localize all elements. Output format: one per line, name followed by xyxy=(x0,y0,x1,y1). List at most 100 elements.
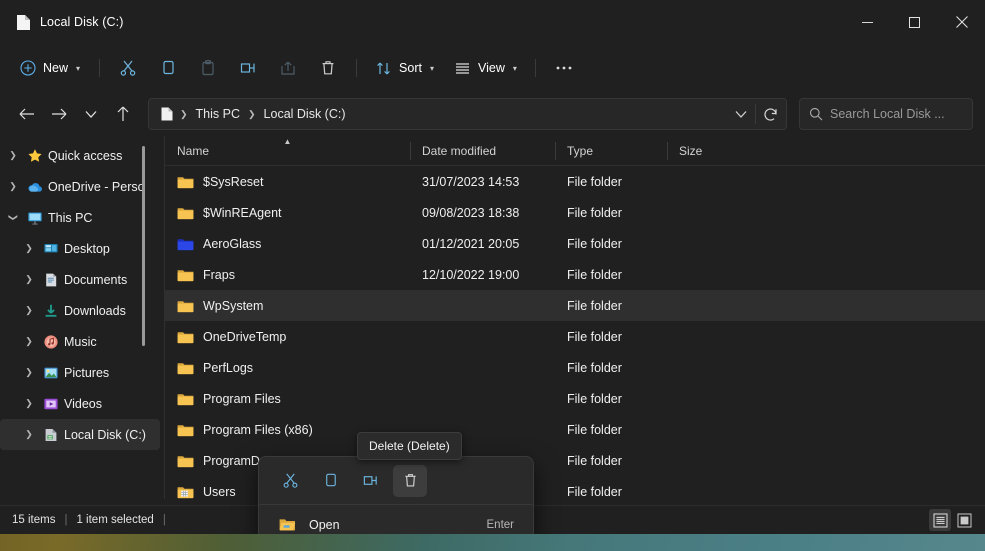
selection-count-label: 1 item selected xyxy=(76,514,154,526)
close-button[interactable] xyxy=(938,0,985,44)
address-bar[interactable]: ❯ This PC ❯ Local Disk (C:) xyxy=(148,98,787,130)
column-headers: Name ▲ Date modified Type Size xyxy=(165,136,985,166)
delete-button[interactable] xyxy=(309,52,347,84)
chevron-right-icon[interactable]: ❯ xyxy=(18,368,40,377)
minimize-button[interactable] xyxy=(844,0,891,44)
search-icon xyxy=(809,107,823,121)
chevron-right-icon[interactable]: ❯ xyxy=(2,151,24,160)
share-button[interactable] xyxy=(269,52,307,84)
rename-button[interactable] xyxy=(229,52,267,84)
sidebar-item-desktop[interactable]: ❯ Desktop xyxy=(0,233,160,264)
chevron-right-icon[interactable]: ❯ xyxy=(18,306,40,315)
previous-locations-chevron-icon[interactable] xyxy=(727,100,755,128)
breadcrumb-separator: ❯ xyxy=(180,108,188,119)
context-rename-button[interactable] xyxy=(353,465,387,497)
chevron-right-icon[interactable]: ❯ xyxy=(18,337,40,346)
sort-button[interactable]: Sort ▾ xyxy=(366,52,443,84)
up-button[interactable] xyxy=(108,99,138,129)
file-list-pane: Name ▲ Date modified Type Size $SysReset… xyxy=(165,136,985,499)
table-row[interactable]: Program Files (x86) File folder xyxy=(165,414,985,445)
sort-arrows-icon xyxy=(375,60,392,77)
details-view-button[interactable] xyxy=(929,509,951,531)
sidebar-item-videos[interactable]: ❯ Videos xyxy=(0,388,160,419)
sidebar-item-music[interactable]: ❯ Music xyxy=(0,326,160,357)
search-box[interactable]: Search Local Disk ... xyxy=(799,98,973,130)
table-row[interactable]: WpSystem File folder xyxy=(165,290,985,321)
cut-button[interactable] xyxy=(109,52,147,84)
column-header-size[interactable]: Size xyxy=(667,136,751,166)
paste-button[interactable] xyxy=(189,52,227,84)
file-type-cell: File folder xyxy=(567,174,622,189)
sidebar-scrollbar[interactable] xyxy=(142,146,145,346)
folder-icon xyxy=(177,454,194,468)
file-name-label: OneDriveTemp xyxy=(203,329,287,344)
sidebar-item-onedrive-perso[interactable]: ❯ OneDrive - Perso xyxy=(0,171,160,202)
chevron-right-icon[interactable]: ❯ xyxy=(18,399,40,408)
search-input[interactable]: Search Local Disk ... xyxy=(830,107,945,121)
sidebar-item-this-pc[interactable]: ❯ This PC xyxy=(0,202,160,233)
downloads-icon xyxy=(40,303,62,319)
forward-button[interactable] xyxy=(44,99,74,129)
sidebar-item-label: OneDrive - Perso xyxy=(48,179,145,194)
new-button-label: New xyxy=(43,61,69,75)
table-row[interactable]: $SysReset 31/07/2023 14:53 File folder xyxy=(165,166,985,197)
maximize-button[interactable] xyxy=(891,0,938,44)
context-menu-item-open[interactable]: Open Enter xyxy=(264,509,528,534)
chevron-right-icon[interactable]: ❯ xyxy=(18,244,40,253)
table-row[interactable]: Program Files File folder xyxy=(165,383,985,414)
sidebar-item-documents[interactable]: ❯ Documents xyxy=(0,264,160,295)
file-name-label: Program Files (x86) xyxy=(203,422,313,437)
back-button[interactable] xyxy=(12,99,42,129)
explorer-body: ❯ Quick access ❯ OneDrive - Perso ❯ This PC ❯ D… xyxy=(0,136,985,534)
chevron-right-icon[interactable]: ❯ xyxy=(18,275,40,284)
context-delete-button[interactable] xyxy=(393,464,427,497)
sidebar-item-local-disk-c[interactable]: ❯ Local Disk (C:) xyxy=(0,419,160,450)
file-type-cell: File folder xyxy=(567,422,622,437)
column-header-date-label: Date modified xyxy=(422,143,497,158)
file-rows: $SysReset 31/07/2023 14:53 File folder $Win… xyxy=(165,166,985,499)
column-header-name-label: Name xyxy=(177,143,210,158)
sidebar-item-downloads[interactable]: ❯ Downloads xyxy=(0,295,160,326)
chevron-down-icon[interactable]: ❯ xyxy=(9,207,19,229)
file-name-cell: OneDriveTemp xyxy=(165,330,410,344)
context-menu-item-accelerator: Enter xyxy=(486,518,515,531)
context-menu-item-label: Open xyxy=(309,517,340,532)
large-icons-view-button[interactable] xyxy=(953,509,975,531)
breadcrumb-local-disk[interactable]: Local Disk (C:) xyxy=(259,104,351,124)
column-header-name[interactable]: Name ▲ xyxy=(165,136,410,166)
file-name-label: Program Files xyxy=(203,391,281,406)
chevron-right-icon[interactable]: ❯ xyxy=(18,430,40,439)
command-bar: New ▾ Sort ▾ View ▾ xyxy=(0,44,985,92)
table-row[interactable]: Fraps 12/10/2022 19:00 File folder xyxy=(165,259,985,290)
column-header-date-modified[interactable]: Date modified xyxy=(410,136,555,166)
sidebar-item-pictures[interactable]: ❯ Pictures xyxy=(0,357,160,388)
sidebar-item-label: This PC xyxy=(48,210,93,225)
file-type-cell: File folder xyxy=(567,484,622,499)
recent-locations-button[interactable] xyxy=(76,99,106,129)
view-button[interactable]: View ▾ xyxy=(445,52,526,84)
table-row[interactable]: OneDriveTemp File folder xyxy=(165,321,985,352)
breadcrumb-this-pc[interactable]: This PC xyxy=(191,104,245,124)
context-cut-button[interactable] xyxy=(273,465,307,497)
view-button-label: View xyxy=(477,61,505,75)
window-title: Local Disk (C:) xyxy=(40,15,124,29)
sidebar-item-quick-access[interactable]: ❯ Quick access xyxy=(0,140,160,171)
disk-document-icon xyxy=(16,14,31,31)
table-row[interactable]: $WinREAgent 09/08/2023 18:38 File folder xyxy=(165,197,985,228)
sidebar-item-label: Videos xyxy=(64,396,102,411)
see-more-button[interactable] xyxy=(545,52,583,84)
title-bar: Local Disk (C:) xyxy=(0,0,985,44)
table-row[interactable]: PerfLogs File folder xyxy=(165,352,985,383)
navigation-pane: ❯ Quick access ❯ OneDrive - Perso ❯ This PC ❯ D… xyxy=(0,136,165,499)
chevron-right-icon[interactable]: ❯ xyxy=(2,182,24,191)
new-button[interactable]: New ▾ xyxy=(12,52,90,84)
column-header-type[interactable]: Type xyxy=(555,136,667,166)
address-bar-row: ❯ This PC ❯ Local Disk (C:) Search Local… xyxy=(0,92,985,136)
refresh-icon[interactable] xyxy=(756,100,784,128)
folder-users-icon xyxy=(177,485,194,499)
folder-blue-icon xyxy=(177,237,194,251)
table-row[interactable]: AeroGlass 01/12/2021 20:05 File folder xyxy=(165,228,985,259)
sort-ascending-caret-icon: ▲ xyxy=(283,136,292,146)
context-copy-button[interactable] xyxy=(313,465,347,497)
copy-button[interactable] xyxy=(149,52,187,84)
